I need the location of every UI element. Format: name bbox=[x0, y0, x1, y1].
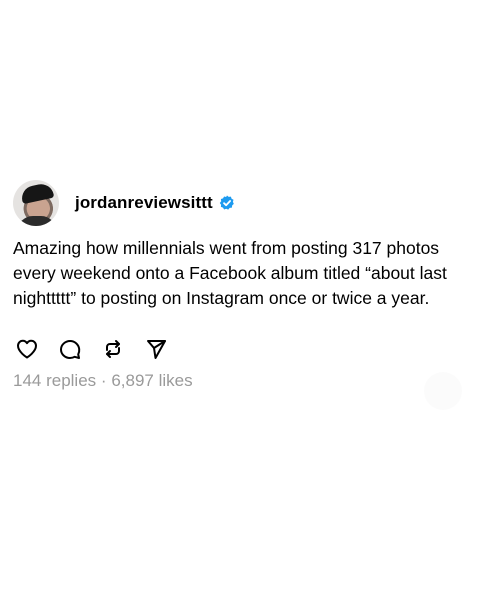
stats-separator: · bbox=[100, 371, 107, 390]
comment-icon bbox=[60, 340, 81, 359]
avatar[interactable] bbox=[13, 180, 59, 226]
replies-count[interactable]: 144 replies bbox=[13, 371, 96, 390]
post: jordanreviewsittt Amazing how millennial… bbox=[13, 180, 467, 391]
avatar-cap bbox=[19, 181, 55, 205]
likes-count[interactable]: 6,897 likes bbox=[111, 371, 192, 390]
repost-button[interactable] bbox=[99, 335, 127, 363]
verified-badge-icon bbox=[219, 195, 235, 211]
reply-button[interactable] bbox=[56, 335, 84, 363]
post-header: jordanreviewsittt bbox=[13, 180, 467, 226]
share-button[interactable] bbox=[142, 335, 170, 363]
post-stats: 144 replies · 6,897 likes bbox=[13, 371, 467, 391]
action-bar bbox=[13, 335, 467, 363]
avatar-shirt bbox=[17, 216, 57, 226]
like-button[interactable] bbox=[13, 335, 41, 363]
username[interactable]: jordanreviewsittt bbox=[75, 193, 213, 213]
heart-icon bbox=[17, 339, 37, 359]
send-icon bbox=[147, 340, 166, 359]
repost-icon bbox=[106, 340, 120, 358]
post-text: Amazing how millennials went from postin… bbox=[13, 238, 447, 308]
